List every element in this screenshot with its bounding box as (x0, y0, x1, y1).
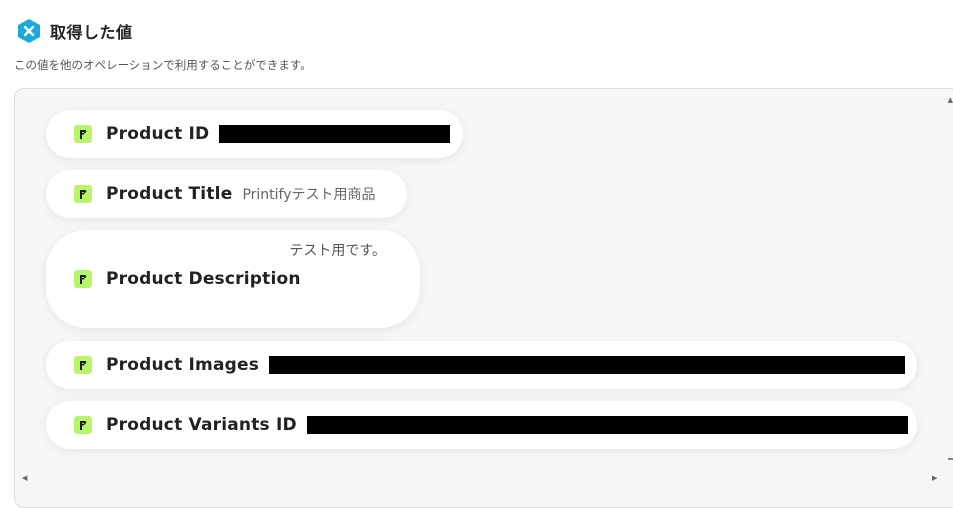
printify-icon (74, 416, 92, 434)
output-item-product-title[interactable]: Product Title Printifyテスト用商品 (46, 170, 407, 218)
section-description: この値を他のオペレーションで利用することができます。 (14, 58, 312, 72)
section-title: 取得した値 (50, 23, 133, 42)
redacted-value (269, 356, 906, 374)
item-label: Product Description (106, 269, 301, 289)
output-item-product-variants-id[interactable]: Product Variants ID (46, 401, 917, 449)
scroll-left-arrow-icon[interactable]: ◀ (22, 474, 27, 482)
printify-icon (74, 270, 92, 288)
redacted-value (306, 416, 908, 434)
output-item-product-id[interactable]: Product ID (46, 110, 463, 158)
section-header: 取得した値 (16, 18, 133, 44)
output-item-product-images[interactable]: Product Images (46, 341, 917, 389)
printify-icon (74, 125, 92, 143)
scroll-right-arrow-icon[interactable]: ▶ (932, 474, 937, 482)
redacted-value (219, 125, 451, 143)
printify-icon (74, 185, 92, 203)
item-label: Product Title (106, 184, 233, 204)
output-item-product-description[interactable]: Product Description テスト用です。 (46, 230, 420, 328)
yoom-logo-icon (18, 19, 40, 43)
item-label: Product Images (106, 355, 260, 375)
item-label: Product Variants ID (106, 415, 297, 435)
scroll-down-indicator[interactable] (948, 458, 953, 460)
item-label: Product ID (106, 124, 210, 144)
printify-icon (74, 356, 92, 374)
scroll-up-arrow-icon[interactable]: ▲ (948, 96, 953, 104)
item-value: テスト用です。 (289, 243, 386, 259)
item-value: Printifyテスト用商品 (242, 187, 376, 203)
